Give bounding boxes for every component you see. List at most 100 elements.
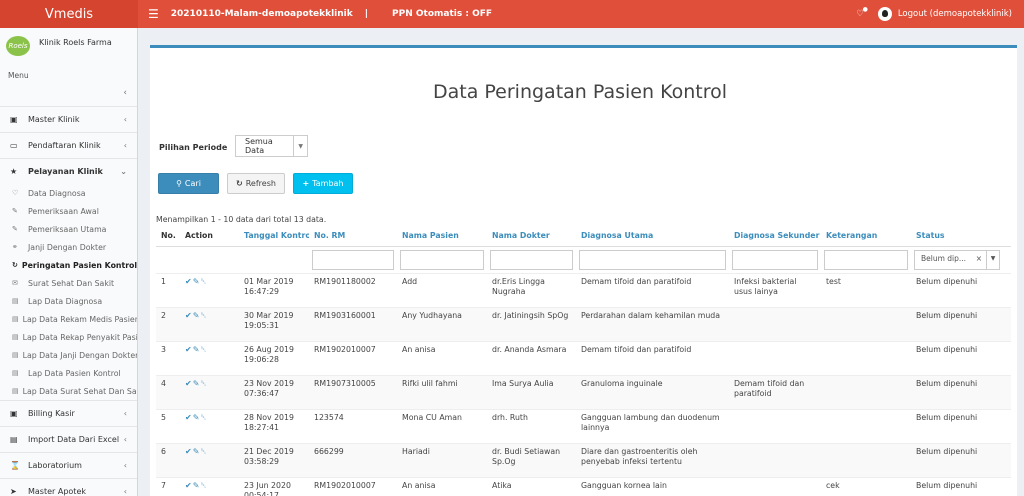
sidebar-item-master-apotek[interactable]: ➤ Master Apotek ‹ xyxy=(0,478,137,496)
filter-cell xyxy=(487,245,576,273)
cell-tanggal: 30 Mar 2019 19:05:31 xyxy=(239,306,309,341)
cell-nama-dokter: Ima Surya Aulia xyxy=(487,374,576,409)
trash-icon[interactable]: ␡ xyxy=(200,277,207,286)
sidebar-collapse-icon[interactable]: ‹ xyxy=(123,88,127,98)
trash-icon[interactable]: ␡ xyxy=(200,311,207,320)
sidebar-subitem-lap-diagnosa[interactable]: ▤ Lap Data Diagnosa xyxy=(0,292,137,310)
check-icon[interactable]: ✔ xyxy=(185,277,193,286)
tambah-button[interactable]: + Tambah xyxy=(293,173,353,194)
sidebar-item-label: Import Data Dari Excel xyxy=(28,435,120,444)
cari-button[interactable]: ⚲ Cari xyxy=(158,173,219,194)
sidebar-item-pelayanan-klinik[interactable]: ★ Pelayanan Klinik ⌄ xyxy=(0,158,137,184)
avatar[interactable] xyxy=(877,7,892,21)
col-no-rm[interactable]: No. RM xyxy=(309,226,397,247)
sidebar-subitem-lap-rekap-penyakit[interactable]: ▤ Lap Data Rekap Penyakit Pasien xyxy=(0,328,137,346)
periode-select-value: Semua Data xyxy=(245,137,273,155)
cell-action: ✔✎␡ xyxy=(180,476,239,496)
table-row: 1 ✔✎␡ 01 Mar 2019 16:47:29 RM1901180002 Add d… xyxy=(156,272,1011,307)
cell-diagnosa-sekunder: Demam tifoid dan paratifoid xyxy=(729,374,821,409)
check-icon[interactable]: ✔ xyxy=(185,311,193,320)
logout-link[interactable]: Logout (demoapotekklinik) xyxy=(898,9,1012,19)
col-diagnosa-sekunder[interactable]: Diagnosa Sekunder xyxy=(729,226,821,247)
cell-nama-dokter: dr. Budi Setiawan Sp.Og xyxy=(487,442,576,477)
filter-cell xyxy=(239,245,309,273)
sidebar-subitem-surat-sehat[interactable]: ✉ Surat Sehat Dan Sakit xyxy=(0,274,137,292)
trash-icon[interactable]: ␡ xyxy=(200,447,207,456)
col-tanggal-kontrol[interactable]: Tanggal Kontrol xyxy=(239,226,309,247)
cell-no-rm: RM1901180002 xyxy=(309,272,397,307)
session-title: 20210110-Malam-demoapotekklinik xyxy=(170,9,353,19)
cell-nama-dokter: dr. Jatiningsih SpOg xyxy=(487,306,576,341)
cell-diagnosa-sekunder xyxy=(729,340,821,375)
sidebar-subitem-lap-rekam-medis[interactable]: ▤ Lap Data Rekam Medis Pasien xyxy=(0,310,137,328)
cell-status: Belum dipenuhi xyxy=(911,476,1011,496)
col-nama-pasien[interactable]: Nama Pasien xyxy=(397,226,487,247)
sidebar-subitem-peringatan-pasien-kontrol[interactable]: ↻ Peringatan Pasien Kontrol xyxy=(0,256,137,274)
sidebar-subitem-label: Pemeriksaan Awal xyxy=(28,206,99,216)
sidebar-subitem-lap-janji-dokter[interactable]: ▤ Lap Data Janji Dengan Dokter xyxy=(0,346,137,364)
filter-cell xyxy=(576,245,729,273)
filter-diagnosa-sekunder-input[interactable] xyxy=(732,249,818,270)
filter-nama-dokter-input[interactable] xyxy=(490,249,573,270)
sidebar-item-billing-kasir[interactable]: ▣ Billing Kasir ‹ xyxy=(0,400,137,426)
check-icon[interactable]: ✔ xyxy=(185,447,193,456)
cell-diagnosa-sekunder: Infeksi bakterial usus lainya xyxy=(729,272,821,307)
check-icon[interactable]: ✔ xyxy=(185,481,193,490)
cell-action: ✔✎␡ xyxy=(180,272,239,307)
col-nama-dokter[interactable]: Nama Dokter xyxy=(487,226,576,247)
filter-cell xyxy=(821,245,911,273)
sidebar-item-master-klinik[interactable]: ▣ Master Klinik ‹ xyxy=(0,106,137,132)
cell-nama-pasien: Add xyxy=(397,272,487,307)
col-diagnosa-utama[interactable]: Diagnosa Utama xyxy=(576,226,729,247)
bell-icon[interactable]: ♡ ● xyxy=(856,6,868,19)
trash-icon[interactable]: ␡ xyxy=(200,481,207,490)
sidebar-subitem-lap-pasien-kontrol[interactable]: ▤ Lap Data Pasien Kontrol xyxy=(0,364,137,382)
report-icon: ▤ xyxy=(12,351,19,359)
clear-icon[interactable]: × xyxy=(976,254,982,264)
cell-nama-pasien: An anisa xyxy=(397,476,487,496)
refresh-icon: ↻ xyxy=(236,179,243,188)
col-keterangan[interactable]: Keterangan xyxy=(821,226,911,247)
sidebar-subitem-pemeriksaan-utama[interactable]: ✎ Pemeriksaan Utama xyxy=(0,220,137,238)
topbar-right: ♡ ● Logout (demoapotekklinik) xyxy=(856,6,1024,21)
filter-no-rm-input[interactable] xyxy=(312,249,394,270)
check-icon[interactable]: ✔ xyxy=(185,345,193,354)
cell-nama-dokter: dr. Ananda Asmara xyxy=(487,340,576,375)
sidebar-subitem-label: Peringatan Pasien Kontrol xyxy=(21,260,137,270)
filter-status-select[interactable]: Belum dip... × ▼ xyxy=(914,249,1000,270)
sidebar-subitem-janji-dokter[interactable]: ⚭ Janji Dengan Dokter xyxy=(0,238,137,256)
title-separator: | xyxy=(364,9,369,19)
sidebar-subitem-lap-surat-sehat[interactable]: ▤ Lap Data Surat Sehat Dan Sakit xyxy=(0,382,137,400)
cell-diagnosa-utama: Demam tifoid dan paratifoid xyxy=(576,272,729,307)
sidebar-subitem-data-diagnosa[interactable]: ♡ Data Diagnosa xyxy=(0,184,137,202)
brand-logo[interactable]: Vmedis xyxy=(0,0,138,28)
cell-no-rm: RM1902010007 xyxy=(309,340,397,375)
trash-icon[interactable]: ␡ xyxy=(200,345,207,354)
data-table: No. Action Tanggal Kontrol No. RM Nama P… xyxy=(156,226,1011,496)
filter-keterangan-input[interactable] xyxy=(824,249,908,270)
periode-select[interactable]: Semua Data ▼ xyxy=(235,135,308,157)
table-row: 2 ✔✎␡ 30 Mar 2019 19:05:31 RM1903160001 Any … xyxy=(156,306,1011,341)
sidebar-subitem-label: Lap Data Janji Dengan Dokter xyxy=(22,350,137,360)
plus-icon: + xyxy=(302,179,310,188)
hourglass-icon: ⌛ xyxy=(10,461,20,470)
cell-keterangan xyxy=(821,340,911,375)
trash-icon[interactable]: ␡ xyxy=(200,413,207,422)
trash-icon[interactable]: ␡ xyxy=(200,379,207,388)
cell-no-rm: RM1903160001 xyxy=(309,306,397,341)
hamburger-menu-icon[interactable]: ☰ xyxy=(148,7,159,21)
cell-tanggal: 28 Nov 2019 18:27:41 xyxy=(239,408,309,443)
cell-action: ✔✎␡ xyxy=(180,408,239,443)
cell-keterangan xyxy=(821,442,911,477)
filter-diagnosa-utama-input[interactable] xyxy=(579,249,726,270)
filter-nama-pasien-input[interactable] xyxy=(400,249,484,270)
check-icon[interactable]: ✔ xyxy=(185,379,193,388)
sidebar-item-pendaftaran-klinik[interactable]: ▭ Pendaftaran Klinik ‹ xyxy=(0,132,137,158)
check-icon[interactable]: ✔ xyxy=(185,413,193,422)
chevron-left-icon: ‹ xyxy=(123,461,127,470)
sidebar-subitem-pemeriksaan-awal[interactable]: ✎ Pemeriksaan Awal xyxy=(0,202,137,220)
sidebar-item-laboratorium[interactable]: ⌛ Laboratorium ‹ xyxy=(0,452,137,478)
col-status[interactable]: Status xyxy=(911,226,1011,247)
refresh-button[interactable]: ↻ Refresh xyxy=(227,173,285,194)
sidebar-item-import-excel[interactable]: ▤ Import Data Dari Excel ‹ xyxy=(0,426,137,452)
